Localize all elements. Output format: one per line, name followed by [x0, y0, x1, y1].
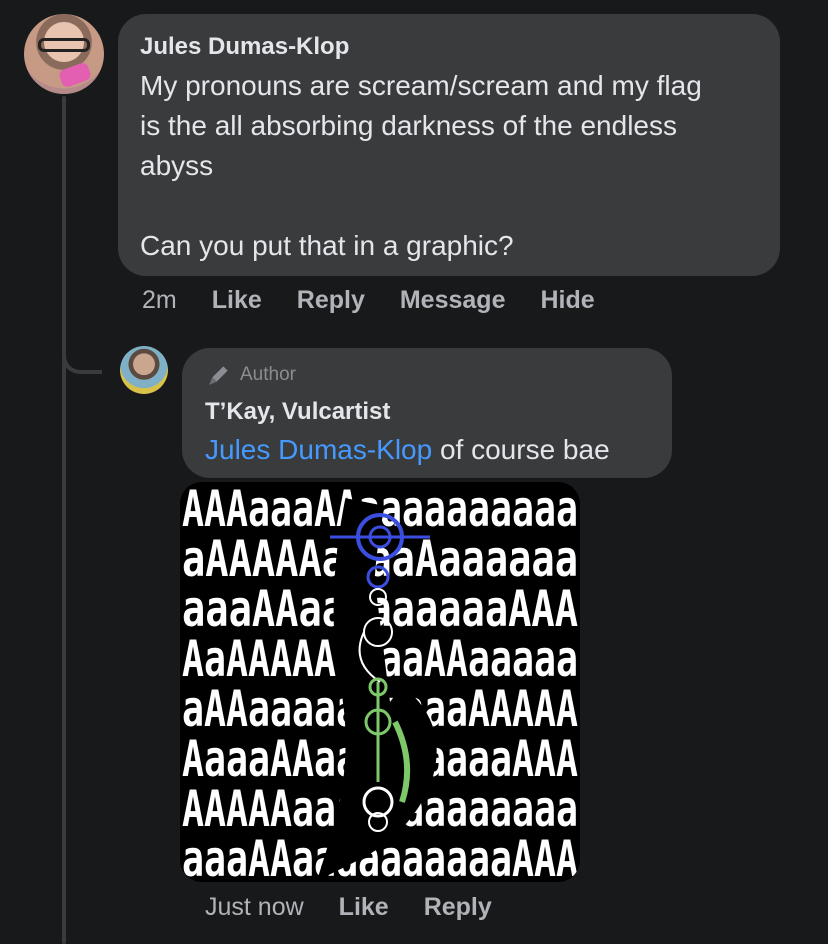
hide-button[interactable]: Hide	[540, 286, 594, 315]
reply-text: Jules Dumas-Klop of course bae	[205, 430, 665, 470]
comment-actions: 2m Like Reply Message Hide	[142, 286, 595, 315]
mention-link[interactable]: Jules Dumas-Klop	[205, 434, 432, 465]
reply-like-button[interactable]: Like	[339, 893, 389, 922]
reply-timestamp: Just now	[205, 893, 304, 921]
reply-reply-button[interactable]: Reply	[424, 893, 492, 922]
avatar-jules[interactable]	[24, 14, 104, 94]
avatar-glasses	[38, 38, 90, 52]
reply-text-body: of course bae	[432, 434, 610, 465]
scream-graphic: AAAaaaAAaaaaaaaaaaaAAAAAaaaaAaaaaaaaaaAA…	[180, 482, 580, 882]
comment-author-name[interactable]: Jules Dumas-Klop	[140, 33, 349, 61]
message-button[interactable]: Message	[400, 286, 506, 315]
avatar-accent	[57, 61, 93, 89]
like-button[interactable]: Like	[212, 286, 262, 315]
author-badge-label: Author	[240, 364, 296, 385]
reply-actions: Just now Like Reply	[205, 893, 492, 922]
thread-line	[62, 96, 66, 944]
comment-timestamp: 2m	[142, 286, 177, 314]
reply-author-name[interactable]: T’Kay, Vulcartist	[205, 398, 390, 426]
reply-connector	[62, 340, 102, 374]
avatar-tkay[interactable]	[120, 346, 168, 394]
pencil-icon	[209, 366, 228, 385]
comment-text: My pronouns are scream/scream and my fla…	[140, 70, 702, 261]
reply-button[interactable]: Reply	[297, 286, 365, 315]
reply-image-attachment[interactable]: AAAaaaAAaaaaaaaaa aaAAAAAaaaaAaaaaa aaaaAA…	[180, 482, 580, 882]
author-badge: Author	[206, 362, 296, 388]
